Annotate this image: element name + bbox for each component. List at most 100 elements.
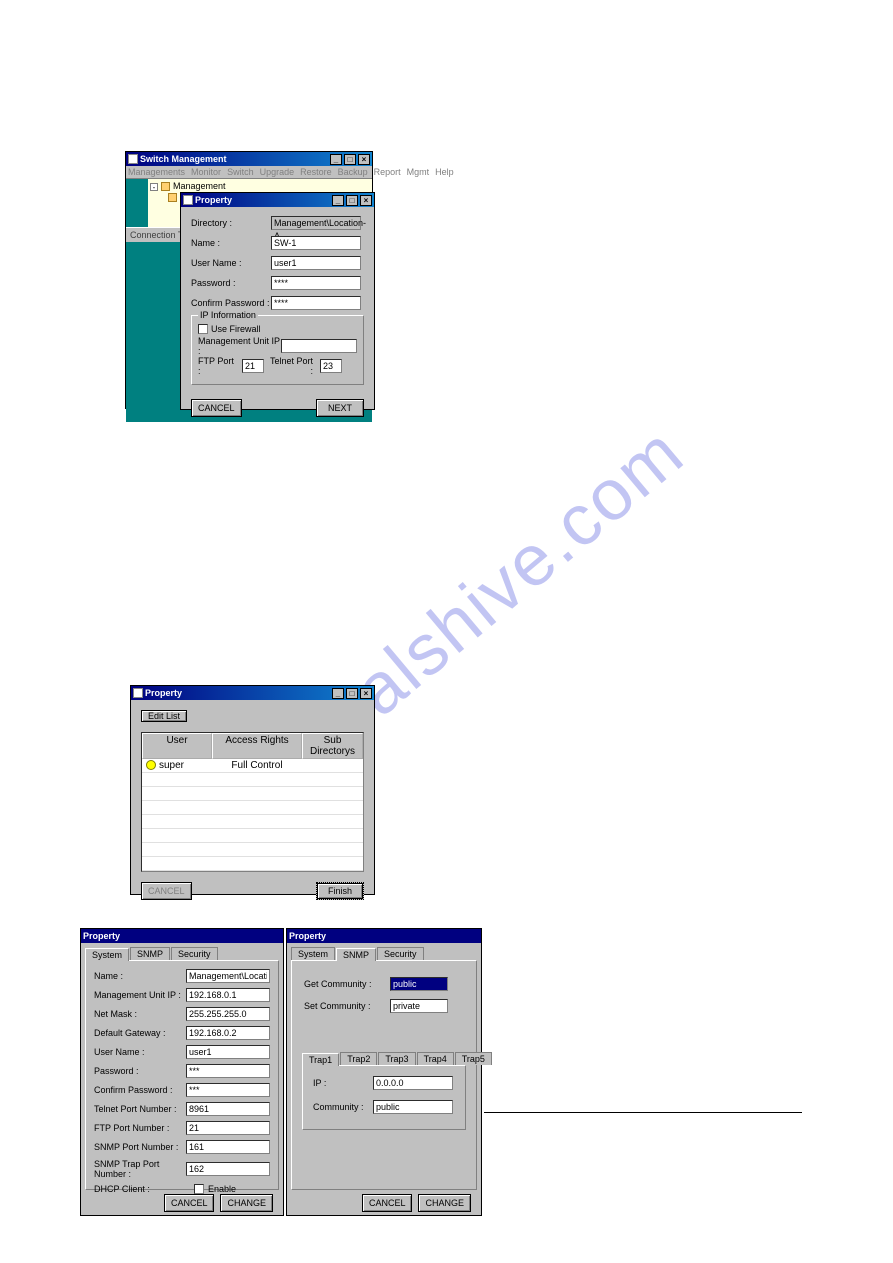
tabs: System SNMP Security [85,947,279,960]
cancel-button[interactable]: CANCEL [362,1194,413,1212]
maximize-icon[interactable]: □ [346,195,358,206]
folder-icon [168,193,177,202]
close-icon[interactable]: × [360,688,372,699]
cancel-button[interactable]: CANCEL [164,1194,215,1212]
dhcp-label: DHCP Client : [94,1184,194,1194]
trap-tabs: Trap1 Trap2 Trap3 Trap4 Trap5 [302,1052,466,1065]
telnet-port-input[interactable] [186,1102,270,1116]
menu-monitor[interactable]: Monitor [191,167,221,177]
telnet-port-input[interactable] [320,359,342,373]
tab-panel: Name : Management Unit IP : Net Mask : D… [85,960,279,1190]
tab-trap4[interactable]: Trap4 [417,1052,454,1065]
property-dialog-userlist: Property _ □ × Edit List User Access Rig… [130,685,375,895]
col-user[interactable]: User [142,733,212,759]
menu-help[interactable]: Help [435,167,454,177]
change-button[interactable]: CHANGE [418,1194,471,1212]
trap-ip-label: IP : [313,1078,373,1088]
use-firewall-checkbox-row[interactable]: Use Firewall [198,324,357,334]
next-button[interactable]: NEXT [316,399,364,417]
use-firewall-checkbox[interactable] [198,324,208,334]
menu-mgmt[interactable]: Mgmt [407,167,430,177]
ftp-port-input[interactable] [186,1121,270,1135]
tab-trap5[interactable]: Trap5 [455,1052,492,1065]
tree-expand-icon[interactable]: - [150,183,158,191]
edit-list-button[interactable]: Edit List [141,710,187,722]
tabs: System SNMP Security [291,947,477,960]
maximize-icon[interactable]: □ [344,154,356,165]
menu-managements[interactable]: Managements [128,167,185,177]
property-dialog-system: Property System SNMP Security Name : Man… [80,928,284,1216]
col-subdirs[interactable]: Sub Directorys [302,733,363,759]
mgmt-ip-input[interactable] [186,988,270,1002]
password-input[interactable] [186,1064,270,1078]
app-icon [128,154,138,164]
name-input[interactable] [186,969,270,983]
dhcp-enable-label: Enable [208,1184,236,1194]
tab-security[interactable]: Security [171,947,218,960]
tab-snmp[interactable]: SNMP [336,948,376,961]
table-row[interactable]: super Full Control [142,759,363,773]
use-firewall-label: Use Firewall [211,324,261,334]
confirm-password-input[interactable] [271,296,361,310]
maximize-icon[interactable]: □ [346,688,358,699]
finish-button[interactable]: Finish [316,882,364,900]
username-input[interactable] [186,1045,270,1059]
cancel-button[interactable]: CANCEL [141,882,192,900]
col-rights[interactable]: Access Rights [212,733,302,759]
get-community-input[interactable] [390,977,448,991]
username-label: User Name : [94,1047,186,1057]
menu-backup[interactable]: Backup [338,167,368,177]
table-row [142,857,363,871]
user-icon [146,760,156,770]
dhcp-enable-checkbox[interactable] [194,1184,204,1194]
trap-community-label: Community : [313,1102,373,1112]
tab-trap1[interactable]: Trap1 [302,1053,339,1066]
tab-security[interactable]: Security [377,947,424,960]
snmp-trap-port-input[interactable] [186,1162,270,1176]
ip-information-fieldset: IP Information Use Firewall Management U… [191,315,364,385]
menu-restore[interactable]: Restore [300,167,332,177]
password-label: Password : [94,1066,186,1076]
tab-system[interactable]: System [291,947,335,960]
trap-community-input[interactable] [373,1100,453,1114]
name-label: Name : [94,971,186,981]
menu-upgrade[interactable]: Upgrade [260,167,295,177]
trap-ip-input[interactable] [373,1076,453,1090]
cell-rights: Full Control [212,759,302,772]
snmp-port-input[interactable] [186,1140,270,1154]
tab-snmp[interactable]: SNMP [130,947,170,960]
minimize-icon[interactable]: _ [332,195,344,206]
table-row [142,773,363,787]
set-community-input[interactable] [390,999,448,1013]
tab-trap3[interactable]: Trap3 [378,1052,415,1065]
gateway-label: Default Gateway : [94,1028,186,1038]
ip-information-legend: IP Information [198,310,258,320]
get-community-label: Get Community : [304,979,390,989]
titlebar: Property [287,929,481,943]
ftp-port-input[interactable] [242,359,264,373]
ftp-port-label: FTP Port : [198,356,238,376]
menu-switch[interactable]: Switch [227,167,254,177]
menu-report[interactable]: Report [374,167,401,177]
titlebar: Property [81,929,283,943]
username-input[interactable] [271,256,361,270]
tab-panel: Get Community : Set Community : Trap1 Tr… [291,960,477,1190]
close-icon[interactable]: × [360,195,372,206]
cancel-button[interactable]: CANCEL [191,399,242,417]
minimize-icon[interactable]: _ [330,154,342,165]
tab-system[interactable]: System [85,948,129,961]
snmp-trap-port-label: SNMP Trap Port Number : [94,1159,186,1179]
change-button[interactable]: CHANGE [220,1194,273,1212]
gateway-input[interactable] [186,1026,270,1040]
tree-root[interactable]: - Management [150,181,370,192]
tab-trap2[interactable]: Trap2 [340,1052,377,1065]
confirm-password-input[interactable] [186,1083,270,1097]
close-icon[interactable]: × [358,154,370,165]
mgmt-ip-input[interactable] [281,339,357,353]
titlebar: Switch Management _ □ × [126,152,372,166]
password-input[interactable] [271,276,361,290]
mgmt-ip-label: Management Unit IP : [94,990,186,1000]
netmask-input[interactable] [186,1007,270,1021]
minimize-icon[interactable]: _ [332,688,344,699]
name-input[interactable] [271,236,361,250]
